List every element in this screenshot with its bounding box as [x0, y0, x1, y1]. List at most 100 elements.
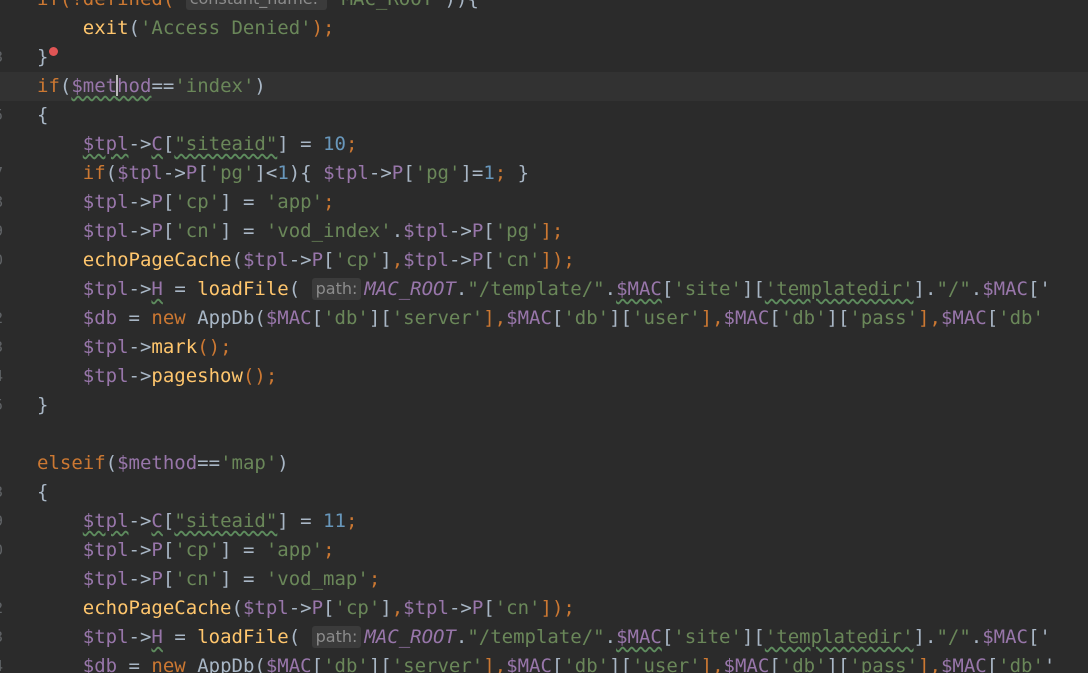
code-token: ( — [59, 75, 72, 97]
code-token: [ — [311, 307, 324, 329]
line-number: 2 — [0, 304, 6, 333]
code-token: $met — [71, 75, 118, 97]
code-text: if($tpl->P['pg']<1){ $tpl->P['pg']=1; } — [37, 159, 529, 188]
code-token: 'user' — [632, 307, 701, 329]
code-line[interactable]: 4 $db = new AppDb($MAC['db']['server'],$… — [0, 652, 1088, 673]
code-line[interactable]: 5} — [0, 391, 1088, 420]
code-token: ] — [380, 597, 392, 619]
code-line[interactable]: 2 $db = new AppDb($MAC['db']['server'],$… — [0, 304, 1088, 333]
code-token: if(!defined( — [37, 0, 186, 10]
code-token: == — [151, 75, 175, 97]
code-token: "/template/" — [467, 278, 605, 300]
code-token: $MAC — [506, 307, 552, 329]
code-token: -> — [128, 510, 152, 532]
code-line[interactable]: $tpl->H = loadFile( path: MAC_ROOT."/temp… — [0, 275, 1088, 304]
code-token: [ — [661, 626, 674, 648]
code-text: { — [37, 101, 48, 130]
code-token: exit — [82, 17, 129, 39]
code-token: if — [37, 75, 60, 97]
error-bulb-icon — [49, 47, 59, 56]
code-token: H — [151, 278, 163, 300]
code-token: ] = — [220, 568, 266, 590]
code-token: -> — [448, 220, 472, 242]
code-token: $MAC — [265, 655, 312, 673]
line-number: 3 — [0, 43, 6, 72]
code-token: P — [471, 249, 484, 271]
line-number: 0 — [0, 536, 6, 565]
code-line[interactable]: 3 $tpl->mark(); — [0, 333, 1088, 362]
code-text: $tpl->P['cp'] = 'app'; — [37, 188, 335, 217]
code-token: P — [151, 220, 163, 242]
code-token: 'server' — [391, 307, 484, 329]
code-line[interactable]: $tpl->C["siteaid"] = 10; — [0, 130, 1088, 159]
code-token: C — [151, 510, 163, 532]
code-line[interactable]: 0 $tpl->P['cp'] = 'app'; — [0, 536, 1088, 565]
code-token: $tpl — [82, 568, 129, 590]
code-line[interactable]: 5{ — [0, 101, 1088, 130]
code-line[interactable]: 9 $tpl->C["siteaid"] = 11; — [0, 507, 1088, 536]
code-token: $method — [117, 452, 198, 474]
code-token: } — [517, 162, 530, 184]
code-token: -> — [448, 597, 472, 619]
code-token: 'db' — [998, 307, 1044, 329]
code-token: 'cp' — [334, 249, 381, 271]
code-token: 'templatedir' — [764, 626, 914, 648]
code-line[interactable]: 0 echoPageCache($tpl->P['cp'],$tpl->P['c… — [0, 246, 1088, 275]
code-token: , — [391, 249, 404, 271]
code-token: . — [391, 220, 404, 242]
code-token: $tpl — [323, 162, 369, 184]
code-token: , — [391, 597, 404, 619]
code-token: 'vod_index' — [265, 220, 392, 242]
code-line[interactable]: 7 if($tpl->P['pg']<1){ $tpl->P['pg']=1; … — [0, 159, 1088, 188]
code-line[interactable] — [0, 420, 1088, 449]
code-token: new — [151, 655, 198, 673]
code-line[interactable]: elseif($method=='map') — [0, 449, 1088, 478]
code-text: echoPageCache($tpl->P['cp'],$tpl->P['cn'… — [37, 246, 575, 275]
code-line[interactable]: 3} — [0, 43, 1088, 72]
code-token: P — [471, 220, 484, 242]
code-token: ][ — [368, 655, 392, 673]
code-line[interactable]: 2 echoPageCache($tpl->P['cp'],$tpl->P['c… — [0, 594, 1088, 623]
code-token: 'pass' — [849, 307, 919, 329]
code-line[interactable]: exit('Access Denied'); — [0, 14, 1088, 43]
code-token: ], — [918, 307, 941, 329]
code-token: ; — [494, 162, 518, 184]
code-token: -> — [128, 191, 152, 213]
code-token: $MAC — [616, 278, 662, 300]
code-line[interactable]: 8 $tpl->P['cp'] = 'app'; — [0, 188, 1088, 217]
code-token: [ — [986, 655, 999, 673]
code-token: ], — [700, 655, 724, 673]
line-number: 3 — [0, 623, 6, 652]
code-token: ][ — [609, 655, 632, 673]
code-line[interactable]: if(!defined( constant_name: 'MAC_ROOT'))… — [0, 0, 1088, 14]
code-line[interactable]: $tpl->P['cn'] = 'vod_map'; — [0, 565, 1088, 594]
code-text: $tpl->H = loadFile( path: MAC_ROOT."/temp… — [37, 623, 1051, 652]
code-token: 'pg' — [494, 220, 541, 242]
code-token: { — [37, 104, 49, 126]
code-token: ( — [105, 452, 118, 474]
code-token: [ — [483, 249, 495, 271]
line-number: 5 — [0, 391, 6, 420]
code-line[interactable]: 3{ — [0, 478, 1088, 507]
code-line-current[interactable]: if($method=='index') — [0, 72, 1088, 101]
code-line[interactable]: 9 $tpl->P['cn'] = 'vod_index'.$tpl->P['p… — [0, 217, 1088, 246]
code-line[interactable]: 3 $tpl->H = loadFile( path:MAC_ROOT."/te… — [0, 623, 1088, 652]
code-token: ; — [345, 133, 358, 155]
code-token: [ — [551, 307, 564, 329]
code-token: P — [151, 568, 163, 590]
code-token: [ — [403, 162, 415, 184]
code-editor[interactable]: if(!defined( constant_name: 'MAC_ROOT'))… — [0, 0, 1088, 673]
line-number: 9 — [0, 217, 6, 246]
code-token: ; — [323, 191, 335, 213]
code-token: P — [311, 597, 324, 619]
code-token: 'db' — [563, 307, 610, 329]
code-line[interactable]: 4 $tpl->pageshow(); — [0, 362, 1088, 391]
code-token: ; — [323, 539, 335, 561]
